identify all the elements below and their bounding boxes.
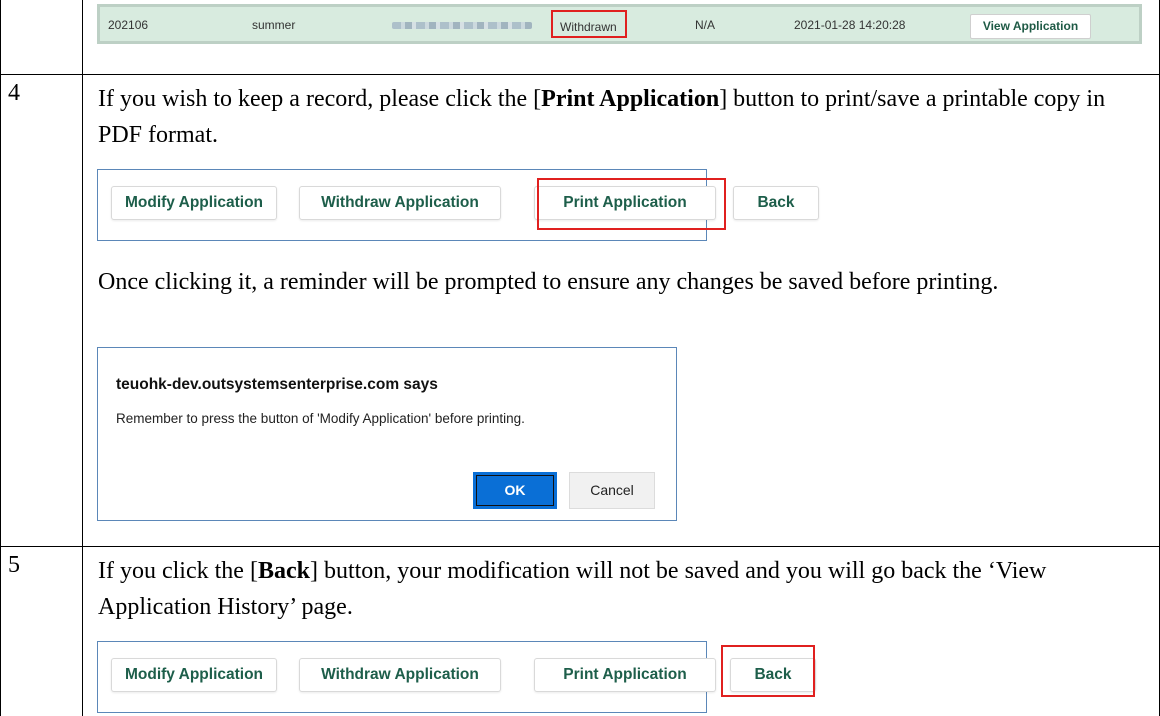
back-button[interactable]: Back [733,186,819,220]
redacted-field [392,22,532,29]
print-button-highlight [537,178,726,230]
application-season: summer [252,18,296,32]
modify-application-button[interactable]: Modify Application [111,186,277,220]
application-status: Withdrawn [560,20,617,34]
step-number: 5 [8,552,20,578]
table-row-divider [0,74,1160,75]
view-application-button[interactable]: View Application [970,14,1091,39]
dialog-message: Remember to press the button of 'Modify … [116,411,525,426]
print-application-button[interactable]: Print Application [534,658,716,692]
dialog-title: teuohk-dev.outsystemsenterprise.com says [116,376,438,393]
table-row-divider [0,546,1160,547]
modify-application-button[interactable]: Modify Application [111,658,277,692]
step-number: 4 [8,80,20,106]
application-id: 202106 [108,18,149,32]
ok-button[interactable]: OK [473,472,557,509]
table-border-left [0,0,1,716]
back-label: Back [257,558,310,584]
withdraw-application-button[interactable]: Withdraw Application [299,186,501,220]
step5-instruction: If you click the [Back] button, your mod… [98,558,1047,620]
action-button-bar: Modify Application Withdraw Application … [97,641,816,713]
withdraw-application-button[interactable]: Withdraw Application [299,658,501,692]
application-history-row: 202106 summer Withdrawn N/A 2021-01-28 1… [97,4,1142,44]
table-column-divider [82,0,83,716]
print-application-label: Print Application [541,86,720,112]
confirm-dialog: teuohk-dev.outsystemsenterprise.com says… [97,347,677,521]
status-highlight: Withdrawn [551,10,627,38]
back-button-highlight [721,645,815,697]
reminder-instruction: Once clicking it, a reminder will be pro… [98,269,999,295]
cancel-button[interactable]: Cancel [569,472,655,509]
step4-instruction: If you wish to keep a record, please cli… [98,86,1106,148]
application-result: N/A [695,18,716,32]
application-datetime: 2021-01-28 14:20:28 [794,18,906,32]
